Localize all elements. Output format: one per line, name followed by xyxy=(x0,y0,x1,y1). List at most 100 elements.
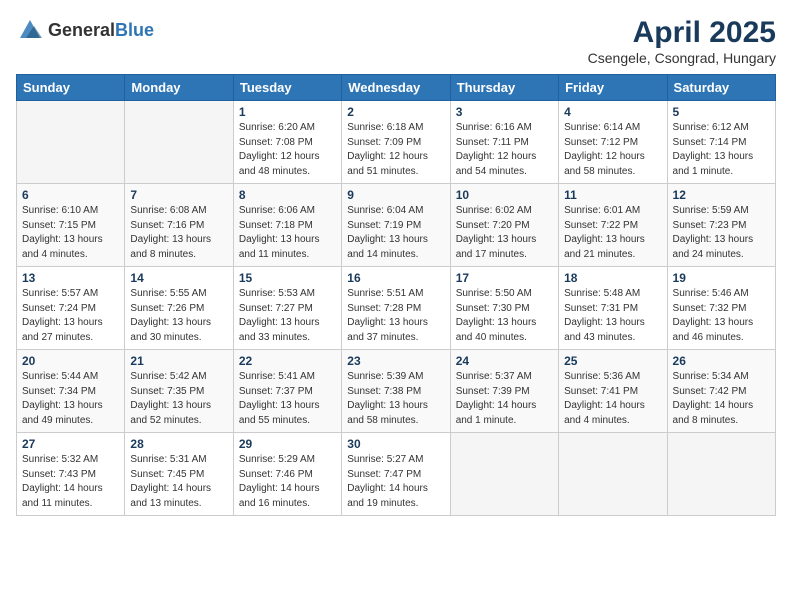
title-block: April 2025 Csengele, Csongrad, Hungary xyxy=(588,16,776,66)
day-detail: Sunrise: 5:41 AM Sunset: 7:37 PM Dayligh… xyxy=(239,370,336,428)
day-number: 25 xyxy=(564,354,661,368)
day-detail: Sunrise: 6:01 AM Sunset: 7:22 PM Dayligh… xyxy=(564,204,661,262)
page-header: GeneralBlue April 2025 Csengele, Csongra… xyxy=(16,16,776,66)
day-detail: Sunrise: 6:08 AM Sunset: 7:16 PM Dayligh… xyxy=(130,204,227,262)
day-cell xyxy=(125,101,233,184)
day-number: 8 xyxy=(239,188,336,202)
week-row-5: 27Sunrise: 5:32 AM Sunset: 7:43 PM Dayli… xyxy=(17,433,776,516)
day-number: 20 xyxy=(22,354,119,368)
day-cell: 28 Sunrise: 5:31 AM Sunset: 7:45 PM Dayli… xyxy=(125,433,233,516)
day-cell xyxy=(559,433,667,516)
weekday-header-row: SundayMondayTuesdayWednesdayThursdayFrid… xyxy=(17,75,776,101)
day-detail: Sunrise: 5:44 AM Sunset: 7:34 PM Dayligh… xyxy=(22,370,119,428)
day-detail: Sunrise: 5:51 AM Sunset: 7:28 PM Dayligh… xyxy=(347,287,444,345)
day-number: 18 xyxy=(564,271,661,285)
day-detail: Sunrise: 5:50 AM Sunset: 7:30 PM Dayligh… xyxy=(456,287,553,345)
day-detail: Sunrise: 5:57 AM Sunset: 7:24 PM Dayligh… xyxy=(22,287,119,345)
day-number: 21 xyxy=(130,354,227,368)
day-number: 5 xyxy=(673,105,770,119)
day-detail: Sunrise: 6:10 AM Sunset: 7:15 PM Dayligh… xyxy=(22,204,119,262)
day-cell xyxy=(17,101,125,184)
day-cell: 27Sunrise: 5:32 AM Sunset: 7:43 PM Dayli… xyxy=(17,433,125,516)
day-cell: 2 Sunrise: 6:18 AM Sunset: 7:09 PM Daylig… xyxy=(342,101,450,184)
day-detail: Sunrise: 5:29 AM Sunset: 7:46 PM Dayligh… xyxy=(239,453,336,511)
day-number: 11 xyxy=(564,188,661,202)
day-cell: 4Sunrise: 6:14 AM Sunset: 7:12 PM Daylig… xyxy=(559,101,667,184)
week-row-4: 20 Sunrise: 5:44 AM Sunset: 7:34 PM Dayli… xyxy=(17,350,776,433)
day-cell: 30 Sunrise: 5:27 AM Sunset: 7:47 PM Dayli… xyxy=(342,433,450,516)
day-number: 15 xyxy=(239,271,336,285)
day-cell: 19 Sunrise: 5:46 AM Sunset: 7:32 PM Dayli… xyxy=(667,267,775,350)
day-number: 14 xyxy=(130,271,227,285)
day-cell xyxy=(450,433,558,516)
weekday-header-tuesday: Tuesday xyxy=(233,75,341,101)
day-detail: Sunrise: 6:16 AM Sunset: 7:11 PM Dayligh… xyxy=(456,121,553,179)
day-cell: 14 Sunrise: 5:55 AM Sunset: 7:26 PM Dayli… xyxy=(125,267,233,350)
day-number: 19 xyxy=(673,271,770,285)
weekday-header-friday: Friday xyxy=(559,75,667,101)
weekday-header-saturday: Saturday xyxy=(667,75,775,101)
day-cell: 21 Sunrise: 5:42 AM Sunset: 7:35 PM Dayli… xyxy=(125,350,233,433)
day-number: 13 xyxy=(22,271,119,285)
day-detail: Sunrise: 6:12 AM Sunset: 7:14 PM Dayligh… xyxy=(673,121,770,179)
day-cell: 20 Sunrise: 5:44 AM Sunset: 7:34 PM Dayli… xyxy=(17,350,125,433)
day-detail: Sunrise: 6:20 AM Sunset: 7:08 PM Dayligh… xyxy=(239,121,336,179)
day-cell: 17 Sunrise: 5:50 AM Sunset: 7:30 PM Dayli… xyxy=(450,267,558,350)
day-number: 28 xyxy=(130,437,227,451)
weekday-header-sunday: Sunday xyxy=(17,75,125,101)
day-cell: 7Sunrise: 6:08 AM Sunset: 7:16 PM Daylig… xyxy=(125,184,233,267)
day-detail: Sunrise: 5:42 AM Sunset: 7:35 PM Dayligh… xyxy=(130,370,227,428)
logo: GeneralBlue xyxy=(16,16,154,44)
day-number: 6 xyxy=(22,188,119,202)
calendar-table: SundayMondayTuesdayWednesdayThursdayFrid… xyxy=(16,74,776,516)
day-detail: Sunrise: 6:02 AM Sunset: 7:20 PM Dayligh… xyxy=(456,204,553,262)
day-detail: Sunrise: 5:31 AM Sunset: 7:45 PM Dayligh… xyxy=(130,453,227,511)
day-number: 12 xyxy=(673,188,770,202)
day-detail: Sunrise: 5:55 AM Sunset: 7:26 PM Dayligh… xyxy=(130,287,227,345)
day-cell: 25Sunrise: 5:36 AM Sunset: 7:41 PM Dayli… xyxy=(559,350,667,433)
day-detail: Sunrise: 5:37 AM Sunset: 7:39 PM Dayligh… xyxy=(456,370,553,428)
day-cell: 22 Sunrise: 5:41 AM Sunset: 7:37 PM Dayli… xyxy=(233,350,341,433)
day-cell: 5 Sunrise: 6:12 AM Sunset: 7:14 PM Daylig… xyxy=(667,101,775,184)
day-number: 16 xyxy=(347,271,444,285)
day-number: 29 xyxy=(239,437,336,451)
day-number: 2 xyxy=(347,105,444,119)
day-detail: Sunrise: 5:46 AM Sunset: 7:32 PM Dayligh… xyxy=(673,287,770,345)
day-detail: Sunrise: 6:14 AM Sunset: 7:12 PM Dayligh… xyxy=(564,121,661,179)
day-cell: 12 Sunrise: 5:59 AM Sunset: 7:23 PM Dayli… xyxy=(667,184,775,267)
weekday-header-thursday: Thursday xyxy=(450,75,558,101)
day-cell: 18 Sunrise: 5:48 AM Sunset: 7:31 PM Dayli… xyxy=(559,267,667,350)
week-row-1: 1Sunrise: 6:20 AM Sunset: 7:08 PM Daylig… xyxy=(17,101,776,184)
day-detail: Sunrise: 6:18 AM Sunset: 7:09 PM Dayligh… xyxy=(347,121,444,179)
day-number: 3 xyxy=(456,105,553,119)
logo-icon xyxy=(16,16,44,44)
day-detail: Sunrise: 6:06 AM Sunset: 7:18 PM Dayligh… xyxy=(239,204,336,262)
day-cell: 24 Sunrise: 5:37 AM Sunset: 7:39 PM Dayli… xyxy=(450,350,558,433)
day-number: 24 xyxy=(456,354,553,368)
location-title: Csengele, Csongrad, Hungary xyxy=(588,50,776,66)
day-number: 10 xyxy=(456,188,553,202)
logo-blue: Blue xyxy=(115,20,154,40)
day-cell: 11 Sunrise: 6:01 AM Sunset: 7:22 PM Dayli… xyxy=(559,184,667,267)
month-title: April 2025 xyxy=(588,16,776,50)
day-detail: Sunrise: 5:59 AM Sunset: 7:23 PM Dayligh… xyxy=(673,204,770,262)
day-detail: Sunrise: 6:04 AM Sunset: 7:19 PM Dayligh… xyxy=(347,204,444,262)
day-cell: 26 Sunrise: 5:34 AM Sunset: 7:42 PM Dayli… xyxy=(667,350,775,433)
day-cell: 10 Sunrise: 6:02 AM Sunset: 7:20 PM Dayli… xyxy=(450,184,558,267)
day-detail: Sunrise: 5:27 AM Sunset: 7:47 PM Dayligh… xyxy=(347,453,444,511)
day-number: 22 xyxy=(239,354,336,368)
day-number: 23 xyxy=(347,354,444,368)
day-number: 17 xyxy=(456,271,553,285)
logo-general: General xyxy=(48,20,115,40)
day-number: 9 xyxy=(347,188,444,202)
day-detail: Sunrise: 5:48 AM Sunset: 7:31 PM Dayligh… xyxy=(564,287,661,345)
day-number: 30 xyxy=(347,437,444,451)
day-number: 27 xyxy=(22,437,119,451)
weekday-header-wednesday: Wednesday xyxy=(342,75,450,101)
day-detail: Sunrise: 5:34 AM Sunset: 7:42 PM Dayligh… xyxy=(673,370,770,428)
weekday-header-monday: Monday xyxy=(125,75,233,101)
day-number: 26 xyxy=(673,354,770,368)
day-cell: 8 Sunrise: 6:06 AM Sunset: 7:18 PM Daylig… xyxy=(233,184,341,267)
week-row-2: 6 Sunrise: 6:10 AM Sunset: 7:15 PM Daylig… xyxy=(17,184,776,267)
day-detail: Sunrise: 5:39 AM Sunset: 7:38 PM Dayligh… xyxy=(347,370,444,428)
